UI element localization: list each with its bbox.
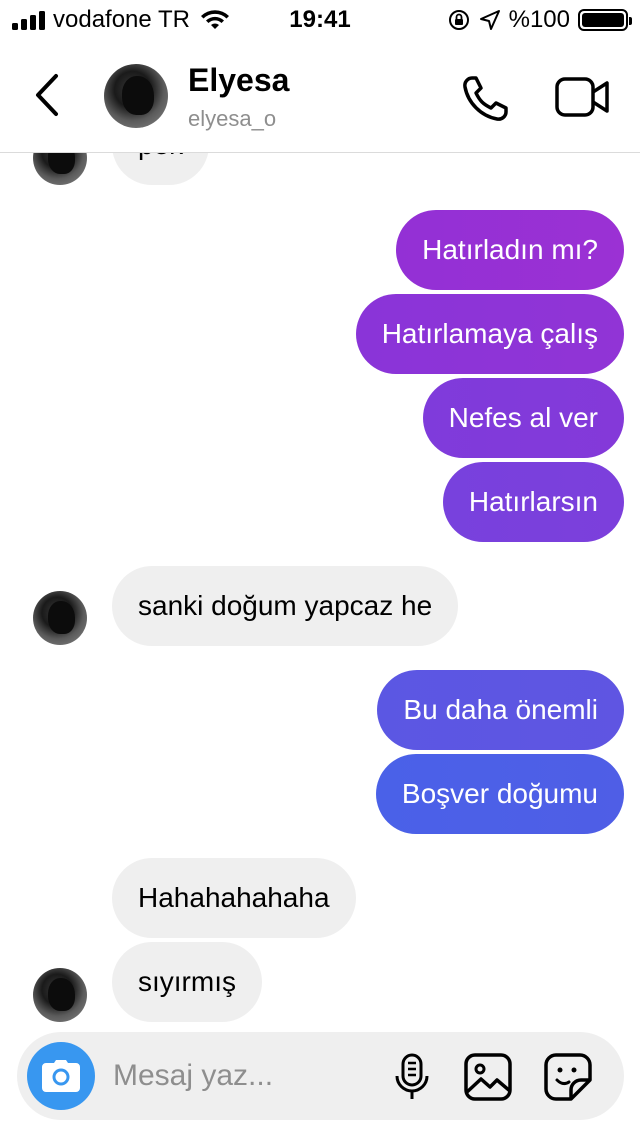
message-bubble-incoming[interactable]: sanki doğum yapcaz he — [112, 566, 459, 646]
status-left: vodafone TR — [12, 6, 230, 34]
sticker-icon[interactable] — [543, 1052, 593, 1102]
location-arrow-icon — [479, 10, 500, 30]
message-list[interactable]: pek Hatırladın mı? Hatırlamaya çalış Nef… — [0, 153, 640, 1026]
message-bubble-incoming[interactable]: Hahahahahaha — [112, 858, 356, 938]
message-composer — [17, 1032, 624, 1120]
cell-signal-icon — [12, 10, 45, 30]
message-bubble-outgoing[interactable]: Bu daha önemli — [377, 670, 624, 750]
video-camera-icon[interactable] — [554, 74, 610, 120]
message-bubble-outgoing[interactable]: Hatırlarsın — [442, 462, 624, 542]
message-bubble-outgoing[interactable]: Boşver doğumu — [375, 754, 624, 834]
avatar[interactable] — [33, 591, 87, 645]
rotation-lock-icon — [448, 10, 469, 30]
chevron-left-icon[interactable] — [28, 70, 68, 120]
battery-icon — [578, 9, 632, 31]
contact-username[interactable]: elyesa_o — [188, 106, 276, 132]
image-icon[interactable] — [463, 1052, 513, 1102]
message-bubble-incoming[interactable]: pek — [112, 153, 210, 185]
avatar[interactable] — [104, 64, 168, 128]
message-input[interactable] — [113, 1056, 373, 1096]
avatar[interactable] — [33, 153, 87, 185]
avatar[interactable] — [33, 968, 87, 1022]
message-bubble-outgoing[interactable]: Nefes al ver — [422, 378, 624, 458]
wifi-icon — [200, 10, 229, 29]
message-bubble-incoming[interactable]: sıyırmış — [112, 942, 262, 1022]
microphone-icon[interactable] — [387, 1052, 437, 1102]
contact-name[interactable]: Elyesa — [188, 62, 289, 99]
message-bubble-outgoing[interactable]: Hatırladın mı? — [396, 210, 624, 290]
status-right: %100 — [447, 6, 632, 34]
message-bubble-outgoing[interactable]: Hatırlamaya çalış — [355, 294, 624, 374]
carrier-name: vodafone TR — [53, 6, 190, 33]
phone-icon[interactable] — [458, 72, 512, 126]
status-bar: vodafone TR 19:41 %100 — [0, 0, 640, 40]
camera-icon — [42, 1060, 80, 1092]
camera-button[interactable] — [27, 1042, 95, 1110]
battery-percent: %100 — [508, 6, 570, 33]
dm-screen: vodafone TR 19:41 %100 Elyesa elyesa_o H… — [0, 0, 640, 1136]
chat-header: Elyesa elyesa_o — [0, 40, 640, 153]
